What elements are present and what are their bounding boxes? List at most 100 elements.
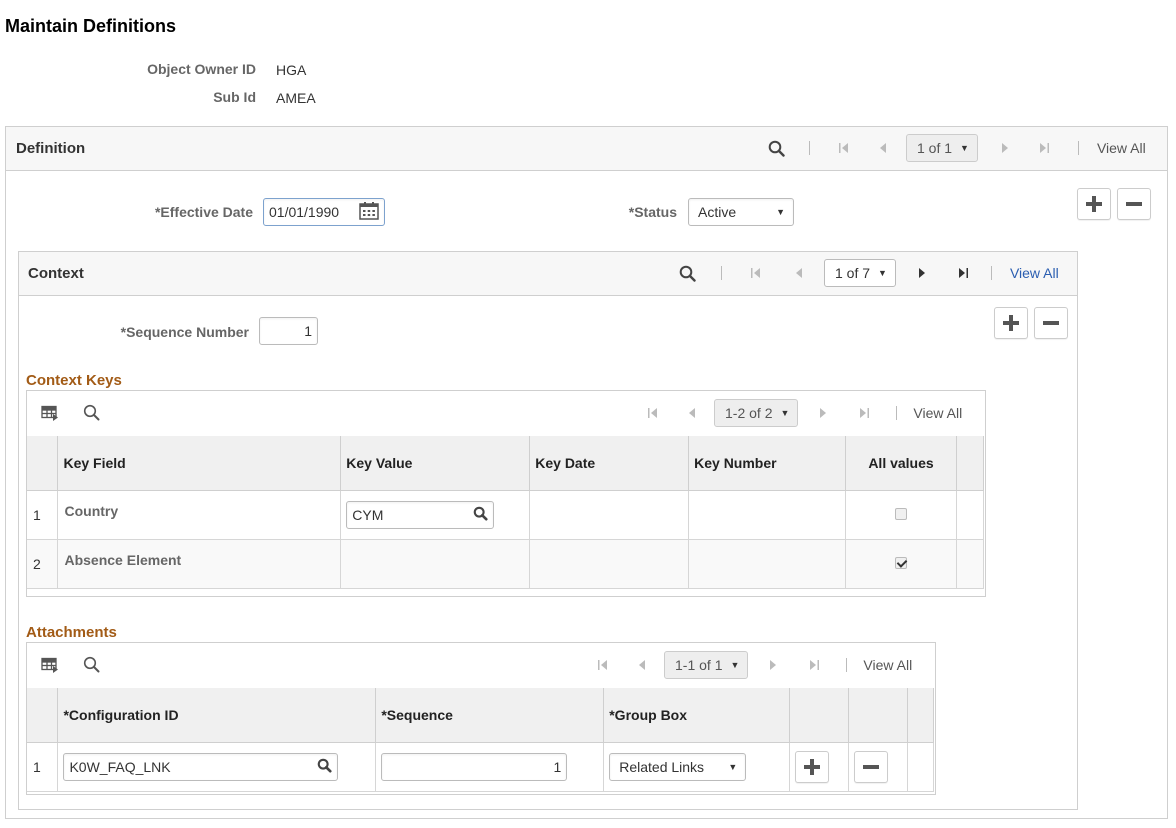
row-number-header — [27, 436, 59, 491]
effective-date-input[interactable]: 01/01/1990 — [263, 198, 385, 226]
key-number-cell — [688, 490, 847, 540]
key-value-text: CYM — [352, 506, 384, 523]
find-icon[interactable] — [83, 656, 100, 676]
last-page-icon[interactable] — [1038, 142, 1050, 154]
next-page-icon[interactable] — [768, 659, 778, 671]
personalize-grid-icon[interactable] — [41, 657, 59, 676]
context-keys-title: Context Keys — [26, 372, 122, 389]
definition-pager[interactable]: 1 of 1 ▼ — [906, 134, 978, 162]
column-header-configuration-id: *Configuration ID — [57, 688, 377, 743]
context-keys-table: Key Field Key Value Key Date Key Number … — [27, 436, 985, 589]
first-page-icon[interactable] — [647, 407, 659, 419]
column-header-group-box: *Group Box — [603, 688, 791, 743]
find-icon[interactable] — [679, 265, 696, 282]
pager-text: 1 of 1 — [917, 140, 953, 156]
first-page-icon[interactable] — [838, 142, 850, 154]
first-page-icon[interactable] — [597, 659, 609, 671]
context-pager[interactable]: 1 of 7 ▼ — [824, 259, 896, 287]
lookup-icon[interactable] — [317, 758, 333, 776]
sequence-number-input[interactable]: 1 — [259, 317, 318, 345]
sequence-input[interactable]: 1 — [381, 752, 568, 781]
group-box-select[interactable]: Related Links ▼ — [609, 752, 747, 781]
row-number: 2 — [27, 539, 59, 589]
key-field-cell: Country — [57, 490, 342, 540]
delete-definition-button[interactable] — [1117, 188, 1151, 220]
table-header-row: *Configuration ID *Sequence *Group Box — [27, 688, 934, 743]
add-definition-button[interactable] — [1077, 188, 1111, 220]
add-context-button[interactable] — [994, 307, 1028, 339]
definition-nav: 1 of 1 ▼ View All — [766, 134, 1146, 162]
attachments-nav: 1-1 of 1 ▼ View All — [597, 651, 912, 679]
sequence-cell: 1 — [375, 742, 605, 792]
previous-page-icon[interactable] — [794, 267, 804, 279]
minus-icon — [863, 759, 880, 775]
configuration-id-input[interactable]: K0W_FAQ_LNK — [63, 752, 339, 781]
context-view-all-link[interactable]: View All — [1010, 265, 1059, 281]
object-owner-id-value: HGA — [276, 62, 307, 78]
dropdown-caret-icon: ▼ — [780, 408, 790, 418]
status-label: *Status — [628, 204, 677, 220]
add-row-cell — [789, 742, 850, 792]
attachments-table: *Configuration ID *Sequence *Group Box 1 — [27, 688, 934, 792]
key-value-cell: CYM — [340, 490, 531, 540]
next-page-icon[interactable] — [1000, 142, 1010, 154]
context-keys-view-all-link[interactable]: View All — [913, 405, 962, 421]
all-values-checkbox[interactable] — [895, 556, 907, 569]
context-nav: 1 of 7 ▼ View All — [679, 259, 1059, 287]
previous-page-icon[interactable] — [637, 659, 647, 671]
delete-context-button[interactable] — [1034, 307, 1068, 339]
column-header-all-values: All values — [845, 436, 957, 491]
previous-page-icon[interactable] — [687, 407, 697, 419]
status-select[interactable]: Active ▼ — [688, 198, 794, 226]
table-row: 1 Country CYM — [27, 490, 985, 540]
column-header-key-number: Key Number — [688, 436, 847, 491]
context-header: Context 1 of 7 ▼ View All — [19, 252, 1077, 296]
next-page-icon[interactable] — [917, 267, 927, 279]
last-page-icon[interactable] — [808, 659, 820, 671]
effective-date-value: 01/01/1990 — [269, 204, 340, 220]
all-values-cell — [845, 490, 957, 540]
context-keys-pager[interactable]: 1-2 of 2 ▼ — [714, 399, 799, 427]
table-row: 2 Absence Element — [27, 539, 985, 589]
separator — [846, 658, 848, 672]
add-row-button[interactable] — [795, 750, 830, 783]
key-value-input[interactable]: CYM — [346, 500, 495, 529]
status-value: Active — [698, 204, 737, 220]
context-keys-grid: 1-2 of 2 ▼ View All Key Field Key Value … — [26, 390, 986, 597]
context-box: Context 1 of 7 ▼ View All *Sequence Numb… — [18, 251, 1078, 810]
previous-page-icon[interactable] — [878, 142, 888, 154]
first-page-icon[interactable] — [750, 267, 762, 279]
sub-id-value: AMEA — [276, 90, 316, 106]
next-page-icon[interactable] — [818, 407, 828, 419]
lookup-icon[interactable] — [473, 506, 488, 524]
key-date-cell — [529, 539, 690, 589]
attachments-title: Attachments — [26, 624, 117, 641]
empty-cell — [956, 539, 985, 589]
plus-icon — [1086, 196, 1102, 212]
attachments-pager[interactable]: 1-1 of 1 ▼ — [664, 651, 749, 679]
find-icon[interactable] — [83, 404, 100, 424]
sequence-number-value: 1 — [304, 323, 312, 339]
definition-view-all-link[interactable]: View All — [1097, 140, 1146, 156]
calendar-icon[interactable] — [359, 201, 379, 223]
delete-row-cell — [848, 742, 909, 792]
delete-row-button[interactable] — [854, 750, 889, 783]
dropdown-caret-icon: ▼ — [878, 268, 887, 278]
last-page-icon[interactable] — [957, 267, 969, 279]
attachments-view-all-link[interactable]: View All — [863, 657, 912, 673]
last-page-icon[interactable] — [858, 407, 870, 419]
find-icon[interactable] — [766, 140, 786, 157]
empty-header — [956, 436, 985, 491]
table-header-row: Key Field Key Value Key Date Key Number … — [27, 436, 985, 491]
add-column-header — [789, 688, 850, 743]
dropdown-caret-icon: ▼ — [728, 761, 738, 772]
row-number: 1 — [27, 742, 59, 792]
plus-icon — [1003, 315, 1019, 331]
personalize-grid-icon[interactable] — [41, 405, 59, 424]
key-date-cell — [529, 490, 690, 540]
all-values-checkbox[interactable] — [895, 507, 907, 520]
sequence-number-label: *Sequence Number — [120, 324, 249, 340]
dropdown-caret-icon: ▼ — [730, 660, 740, 670]
dropdown-caret-icon: ▼ — [960, 143, 969, 153]
page-title: Maintain Definitions — [5, 16, 176, 36]
